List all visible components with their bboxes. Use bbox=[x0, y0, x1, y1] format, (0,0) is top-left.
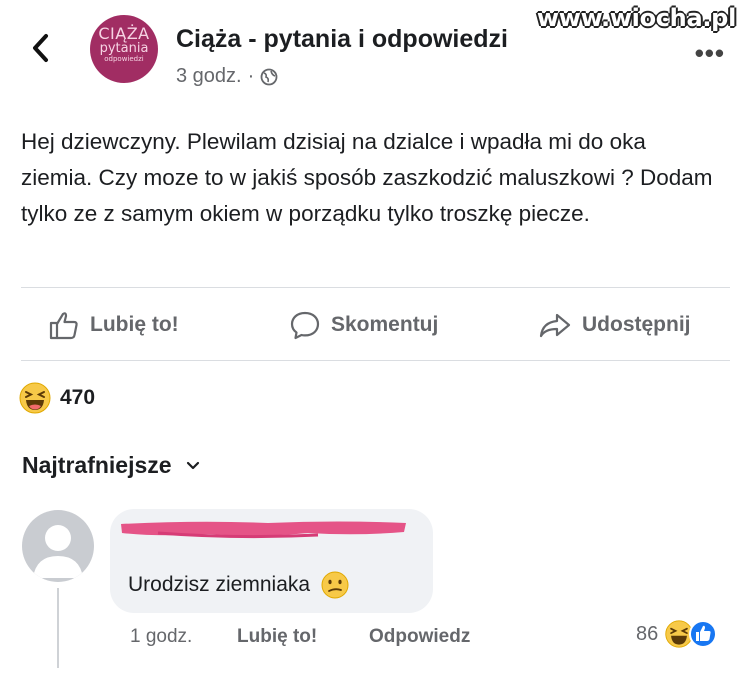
page-name-link[interactable]: Ciąża - pytania i odpowiedzi bbox=[176, 25, 508, 54]
like-reaction-icon bbox=[689, 620, 718, 648]
comment-label: Skomentuj bbox=[331, 313, 439, 336]
comment-time[interactable]: 1 godz. bbox=[130, 626, 192, 648]
thumbs-up-icon bbox=[49, 312, 78, 340]
share-button[interactable]: Udostępnij bbox=[538, 309, 691, 341]
share-arrow-icon bbox=[539, 313, 571, 338]
default-user-icon bbox=[33, 525, 83, 578]
thread-line bbox=[57, 588, 59, 668]
comment-sort-dropdown[interactable]: Najtrafniejsze bbox=[22, 452, 200, 479]
share-label: Udostępnij bbox=[582, 313, 691, 336]
post-text: Hej dziewczyny. Plewilam dzisiaj na dzia… bbox=[21, 129, 713, 226]
sort-label: Najtrafniejsze bbox=[22, 452, 172, 478]
watermark: www.wiocha.pl bbox=[536, 4, 736, 32]
comment-body: Urodzisz ziemniaka bbox=[128, 573, 311, 596]
like-label: Lubię to! bbox=[90, 313, 179, 336]
chevron-down-icon bbox=[186, 461, 199, 469]
comment-bubble-icon bbox=[290, 311, 320, 340]
comment-button[interactable]: Skomentuj bbox=[289, 309, 438, 341]
reaction-summary[interactable]: 470 bbox=[18, 381, 95, 415]
confused-face-icon bbox=[321, 571, 349, 599]
post-time[interactable]: 3 godz. bbox=[176, 65, 242, 88]
haha-reaction-icon bbox=[19, 382, 51, 414]
comment-text: Urodzisz ziemniaka bbox=[128, 570, 350, 600]
meta-separator: · bbox=[247, 65, 255, 87]
logo-line-3: odpowiedzi bbox=[104, 55, 144, 63]
back-arrow-icon[interactable] bbox=[30, 30, 52, 66]
comment-reaction-count: 86 bbox=[636, 622, 659, 645]
comment-reply-button[interactable]: Odpowiedz bbox=[369, 626, 470, 648]
more-options-button[interactable]: ••• bbox=[695, 38, 725, 69]
page-avatar[interactable]: CIĄŻA pytania odpowiedzi bbox=[90, 15, 158, 83]
logo-line-2: pytania bbox=[99, 41, 149, 56]
comment-reactions[interactable]: 86 bbox=[636, 619, 718, 649]
post-meta: 3 godz. · bbox=[176, 65, 278, 88]
divider bbox=[21, 287, 730, 288]
redacted-commenter-name bbox=[121, 521, 406, 539]
comment-like-button[interactable]: Lubię to! bbox=[237, 626, 317, 648]
reaction-count: 470 bbox=[60, 386, 96, 409]
like-button[interactable]: Lubię to! bbox=[48, 309, 179, 341]
globe-icon bbox=[260, 68, 278, 85]
divider bbox=[21, 360, 730, 361]
commenter-avatar[interactable] bbox=[22, 510, 94, 582]
